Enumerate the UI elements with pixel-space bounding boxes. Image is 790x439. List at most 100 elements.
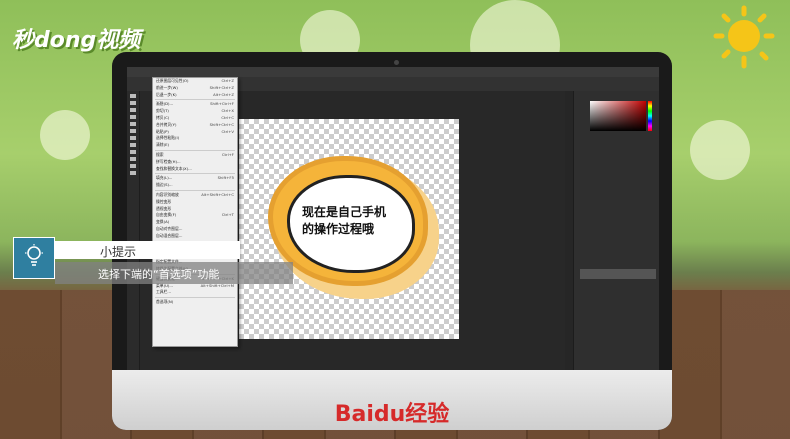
- edit-menu-item[interactable]: 自由变换(F) Ctrl+T: [153, 212, 237, 219]
- edit-menu-item[interactable]: 清除(E): [153, 142, 237, 149]
- menu-separator: [155, 297, 235, 299]
- sun-icon: [713, 5, 775, 69]
- menu-item-shortcut: Ctrl+T: [221, 212, 234, 218]
- menu-separator: [155, 173, 235, 175]
- menu-item-label: 描边(S)...: [156, 182, 173, 188]
- menu-item-label: 自动对齐图层...: [156, 225, 183, 231]
- ps-menubar: 文件(F) 编辑(E) 图像(I) 图层(L) 文字(Y) 选择(S) 滤镜(T…: [127, 67, 659, 83]
- menu-item-label: 前进一步(W): [156, 84, 178, 90]
- wand-tool-icon[interactable]: [130, 115, 136, 119]
- edit-menu-item[interactable]: 后退一步(K) Alt+Ctrl+Z: [153, 92, 237, 99]
- menu-item-label: 剪切(T): [156, 108, 169, 114]
- move-tool-icon[interactable]: [130, 94, 136, 98]
- stamp-tool-icon[interactable]: [130, 143, 136, 147]
- edit-menu-item[interactable]: 填充(L)... Shift+F5: [153, 175, 237, 182]
- crop-tool-icon[interactable]: [130, 122, 136, 126]
- menu-item-label: 操控变形: [156, 198, 172, 204]
- text-tool-icon[interactable]: [130, 171, 136, 175]
- menu-item-label: 自动混合图层...: [156, 232, 183, 238]
- menu-item-label: 变换(A): [156, 219, 170, 225]
- menu-item-label: 拷贝(C): [156, 114, 170, 120]
- menu-item-label: 合并拷贝(Y): [156, 121, 177, 127]
- edit-menu-item[interactable]: 变换(A): [153, 219, 237, 226]
- menu-item-label: 自由变换(F): [156, 212, 177, 218]
- menu-item-shortcut: Shift+Ctrl+Z: [209, 84, 234, 90]
- menu-item-label: 后退一步(K): [156, 91, 177, 97]
- ps-right-panels: [573, 91, 659, 370]
- edit-menu-item[interactable]: 内容识别缩放 Alt+Shift+Ctrl+C: [153, 192, 237, 199]
- hue-slider[interactable]: [648, 101, 652, 131]
- edit-menu-item[interactable]: 渐隐(D)... Shift+Ctrl+F: [153, 101, 237, 108]
- edit-menu-item[interactable]: 工具栏...: [153, 289, 237, 296]
- menu-item-shortcut: Ctrl+Z: [221, 78, 234, 83]
- menu-item-label: 首选项(N): [156, 299, 174, 305]
- webcam: [394, 60, 399, 65]
- menu-item-label: 拼写检查(H)...: [156, 158, 181, 164]
- lightbulb-icon: [25, 244, 43, 266]
- menu-item-shortcut: Shift+F5: [217, 175, 234, 181]
- pen-tool-icon[interactable]: [130, 164, 136, 168]
- edit-menu-item[interactable]: 自动混合图层...: [153, 233, 237, 240]
- menu-item-shortcut: Shift+Ctrl+C: [209, 121, 234, 127]
- brush-tool-icon[interactable]: [130, 136, 136, 140]
- color-picker-field[interactable]: [590, 101, 646, 131]
- menu-item-label: 粘贴(P): [156, 128, 169, 134]
- menu-item-shortcut: Ctrl+V: [221, 128, 234, 134]
- tip-body: 选择下端的“首选项”功能: [98, 268, 220, 281]
- menu-item-shortcut: Alt+Shift+Ctrl+C: [201, 191, 234, 197]
- photoshop-screen: 文件(F) 编辑(E) 图像(I) 图层(L) 文字(Y) 选择(S) 滤镜(T…: [127, 67, 659, 370]
- menu-item-shortcut: Ctrl+C: [221, 114, 234, 120]
- brand-logo: 秒dong视频: [12, 28, 141, 53]
- edit-menu-item[interactable]: 拷贝(C) Ctrl+C: [153, 115, 237, 122]
- edit-menu-item[interactable]: 合并拷贝(Y) Shift+Ctrl+C: [153, 122, 237, 129]
- menu-item-shortcut: Ctrl+F: [221, 151, 234, 157]
- eraser-tool-icon[interactable]: [130, 150, 136, 154]
- edit-menu-item[interactable]: 自动对齐图层...: [153, 226, 237, 233]
- menu-item-label: 搜索: [156, 151, 164, 157]
- menu-separator: [155, 99, 235, 101]
- menu-item-shortcut: Shift+Ctrl+F: [210, 101, 234, 107]
- cloud-graphic: 现在是自己手机 的操作过程哦: [273, 161, 423, 281]
- edit-menu-item[interactable]: 还原图层可见性(O) Ctrl+Z: [153, 78, 237, 85]
- document-canvas[interactable]: 现在是自己手机 的操作过程哦: [239, 119, 459, 339]
- tip-icon-box: [13, 237, 55, 279]
- menu-item-label: 选择性粘贴(I): [156, 135, 180, 141]
- speech-bubble: 现在是自己手机 的操作过程哦: [287, 175, 415, 273]
- tip-title: 小提示: [100, 245, 137, 259]
- edit-menu-item[interactable]: 剪切(T) Ctrl+X: [153, 108, 237, 115]
- menu-item-label: 透视变形: [156, 205, 172, 211]
- bokeh-light: [690, 120, 750, 180]
- edit-menu-item[interactable]: 描边(S)...: [153, 182, 237, 189]
- baidu-logo: Baidu经验: [334, 402, 450, 427]
- menu-item-label: 填充(L)...: [156, 175, 173, 181]
- gradient-tool-icon[interactable]: [130, 157, 136, 161]
- edit-menu-item[interactable]: 前进一步(W) Shift+Ctrl+Z: [153, 85, 237, 92]
- menu-item-shortcut: Ctrl+X: [221, 108, 234, 114]
- panel-dock-strip: [565, 91, 573, 370]
- edit-menu-item[interactable]: 粘贴(P) Ctrl+V: [153, 129, 237, 136]
- bubble-text-line2: 的操作过程哦: [302, 222, 375, 236]
- menu-item-label: 清除(E): [156, 142, 169, 148]
- edit-dropdown-menu: 还原图层可见性(O) Ctrl+Z 前进一步(W) Shift+Ctrl+Z 后退一步(…: [152, 77, 238, 347]
- eyedropper-tool-icon[interactable]: [130, 129, 136, 133]
- edit-menu-item[interactable]: 透视变形: [153, 206, 237, 213]
- edit-menu-item[interactable]: 首选项(N): [153, 299, 237, 306]
- menu-item-label: 查找和替换文本(X)...: [156, 165, 192, 171]
- edit-menu-item[interactable]: 拼写检查(H)...: [153, 159, 237, 166]
- menu-separator: [155, 149, 235, 151]
- lasso-tool-icon[interactable]: [130, 108, 136, 112]
- edit-menu-item[interactable]: 选择性粘贴(I): [153, 135, 237, 142]
- edit-menu-item[interactable]: 查找和替换文本(X)...: [153, 166, 237, 173]
- edit-menu-item[interactable]: 操控变形: [153, 199, 237, 206]
- menu-item-shortcut: Alt+Ctrl+Z: [213, 91, 234, 97]
- layer-row[interactable]: [580, 269, 656, 279]
- menu-item-label: 还原图层可见性(O): [156, 78, 189, 83]
- bubble-text-line1: 现在是自己手机: [302, 205, 387, 219]
- bokeh-light: [40, 110, 90, 160]
- menu-item-label: 内容识别缩放: [156, 191, 179, 197]
- monitor-chin: Baidu经验: [112, 370, 672, 430]
- ps-toolbox: [127, 91, 140, 370]
- menu-item-label: 渐隐(D)...: [156, 101, 174, 107]
- marquee-tool-icon[interactable]: [130, 101, 136, 105]
- edit-menu-item[interactable]: 搜索 Ctrl+F: [153, 152, 237, 159]
